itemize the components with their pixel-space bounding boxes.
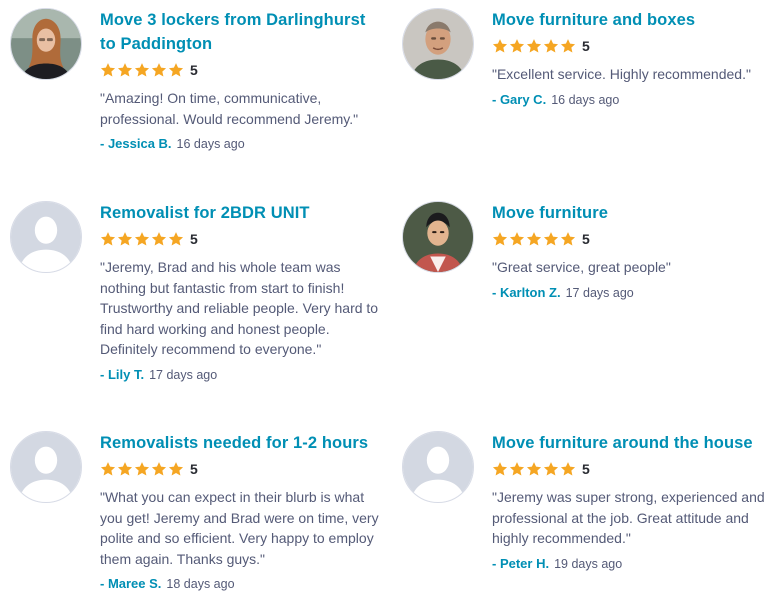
star-icon bbox=[509, 38, 525, 54]
star-icon bbox=[492, 231, 508, 247]
review-text: "Amazing! On time, communicative, profes… bbox=[100, 90, 359, 127]
rating-value: 5 bbox=[582, 38, 590, 54]
star-rating bbox=[492, 231, 576, 247]
review-content: Move furniture 5 "Great service, great p… bbox=[492, 201, 768, 302]
rating: 5 bbox=[100, 60, 380, 80]
reviewer-name[interactable]: - Lily T. bbox=[100, 367, 144, 382]
byline: - Karlton Z. 17 days ago bbox=[492, 284, 768, 302]
rating: 5 bbox=[100, 459, 380, 479]
default-avatar-icon[interactable] bbox=[10, 201, 82, 273]
star-icon bbox=[168, 231, 184, 247]
star-icon bbox=[509, 231, 525, 247]
review-time: 17 days ago bbox=[565, 285, 634, 300]
star-icon bbox=[134, 461, 150, 477]
review-title[interactable]: Move furniture around the house bbox=[492, 431, 768, 455]
star-icon bbox=[117, 231, 133, 247]
star-icon bbox=[100, 231, 116, 247]
review-content: Removalist for 2BDR UNIT 5 "Jeremy, Brad… bbox=[100, 201, 380, 384]
review-content: Move furniture and boxes 5 "Excellent se… bbox=[492, 8, 768, 109]
rating: 5 bbox=[492, 229, 768, 249]
star-icon bbox=[543, 231, 559, 247]
reviews-grid: Move 3 lockers from Darlinghurst to Padd… bbox=[0, 0, 768, 613]
star-icon bbox=[560, 231, 576, 247]
review-text: "Great service, great people" bbox=[492, 259, 671, 275]
star-icon bbox=[117, 62, 133, 78]
star-icon bbox=[509, 461, 525, 477]
default-avatar-icon[interactable] bbox=[402, 431, 474, 503]
star-icon bbox=[168, 62, 184, 78]
review-text: "Excellent service. Highly recommended." bbox=[492, 66, 751, 82]
star-rating bbox=[100, 461, 184, 477]
rating: 5 bbox=[492, 36, 768, 56]
star-rating bbox=[492, 38, 576, 54]
rating: 5 bbox=[492, 459, 768, 479]
reviewer-name[interactable]: - Maree S. bbox=[100, 576, 161, 591]
byline: - Gary C. 16 days ago bbox=[492, 91, 768, 109]
star-icon bbox=[100, 62, 116, 78]
review-text: "Jeremy was super strong, experienced an… bbox=[492, 489, 765, 546]
review-title[interactable]: Removalists needed for 1-2 hours bbox=[100, 431, 380, 455]
star-icon bbox=[151, 461, 167, 477]
review-time: 16 days ago bbox=[551, 92, 620, 107]
photo-woman-icon[interactable] bbox=[10, 8, 82, 80]
star-icon bbox=[134, 62, 150, 78]
rating-value: 5 bbox=[190, 62, 198, 78]
star-icon bbox=[151, 62, 167, 78]
photo-man-icon[interactable] bbox=[402, 201, 474, 273]
review-content: Move 3 lockers from Darlinghurst to Padd… bbox=[100, 8, 380, 153]
star-icon bbox=[543, 38, 559, 54]
star-rating bbox=[100, 231, 184, 247]
review-time: 16 days ago bbox=[176, 137, 245, 151]
star-icon bbox=[117, 461, 133, 477]
review-title[interactable]: Removalist for 2BDR UNIT bbox=[100, 201, 380, 225]
byline: - Lily T. 17 days ago bbox=[100, 366, 380, 384]
star-icon bbox=[560, 38, 576, 54]
star-icon bbox=[492, 38, 508, 54]
reviewer-name[interactable]: - Peter H. bbox=[492, 556, 549, 571]
review-text: "Jeremy, Brad and his whole team was not… bbox=[100, 259, 379, 357]
rating: 5 bbox=[100, 229, 380, 249]
star-icon bbox=[134, 231, 150, 247]
reviewer-name[interactable]: - Karlton Z. bbox=[492, 285, 561, 300]
review-title[interactable]: Move furniture and boxes bbox=[492, 8, 768, 32]
byline: - Peter H. 19 days ago bbox=[492, 555, 768, 573]
star-icon bbox=[151, 231, 167, 247]
default-avatar-icon[interactable] bbox=[10, 431, 82, 503]
star-icon bbox=[492, 461, 508, 477]
star-rating bbox=[100, 62, 184, 78]
rating-value: 5 bbox=[582, 231, 590, 247]
star-icon bbox=[526, 231, 542, 247]
rating-value: 5 bbox=[190, 231, 198, 247]
rating-value: 5 bbox=[190, 461, 198, 477]
reviewer-name[interactable]: - Gary C. bbox=[492, 92, 546, 107]
star-icon bbox=[168, 461, 184, 477]
review-text: "What you can expect in their blurb is w… bbox=[100, 489, 379, 567]
review-title[interactable]: Move 3 lockers from Darlinghurst to Padd… bbox=[100, 8, 380, 56]
review-time: 18 days ago bbox=[166, 577, 235, 591]
star-icon bbox=[526, 461, 542, 477]
rating-value: 5 bbox=[582, 461, 590, 477]
review-time: 19 days ago bbox=[554, 556, 623, 571]
byline: - Maree S. 18 days ago bbox=[100, 575, 380, 593]
review-title[interactable]: Move furniture bbox=[492, 201, 768, 225]
star-icon bbox=[543, 461, 559, 477]
review-content: Removalists needed for 1-2 hours 5 "What… bbox=[100, 431, 380, 593]
star-icon bbox=[100, 461, 116, 477]
star-icon bbox=[560, 461, 576, 477]
star-icon bbox=[526, 38, 542, 54]
review-content: Move furniture around the house 5 "Jerem… bbox=[492, 431, 768, 573]
byline: - Jessica B. 16 days ago bbox=[100, 135, 380, 153]
review-time: 17 days ago bbox=[149, 367, 218, 382]
photo-man-icon[interactable] bbox=[402, 8, 474, 80]
reviewer-name[interactable]: - Jessica B. bbox=[100, 136, 172, 151]
star-rating bbox=[492, 461, 576, 477]
